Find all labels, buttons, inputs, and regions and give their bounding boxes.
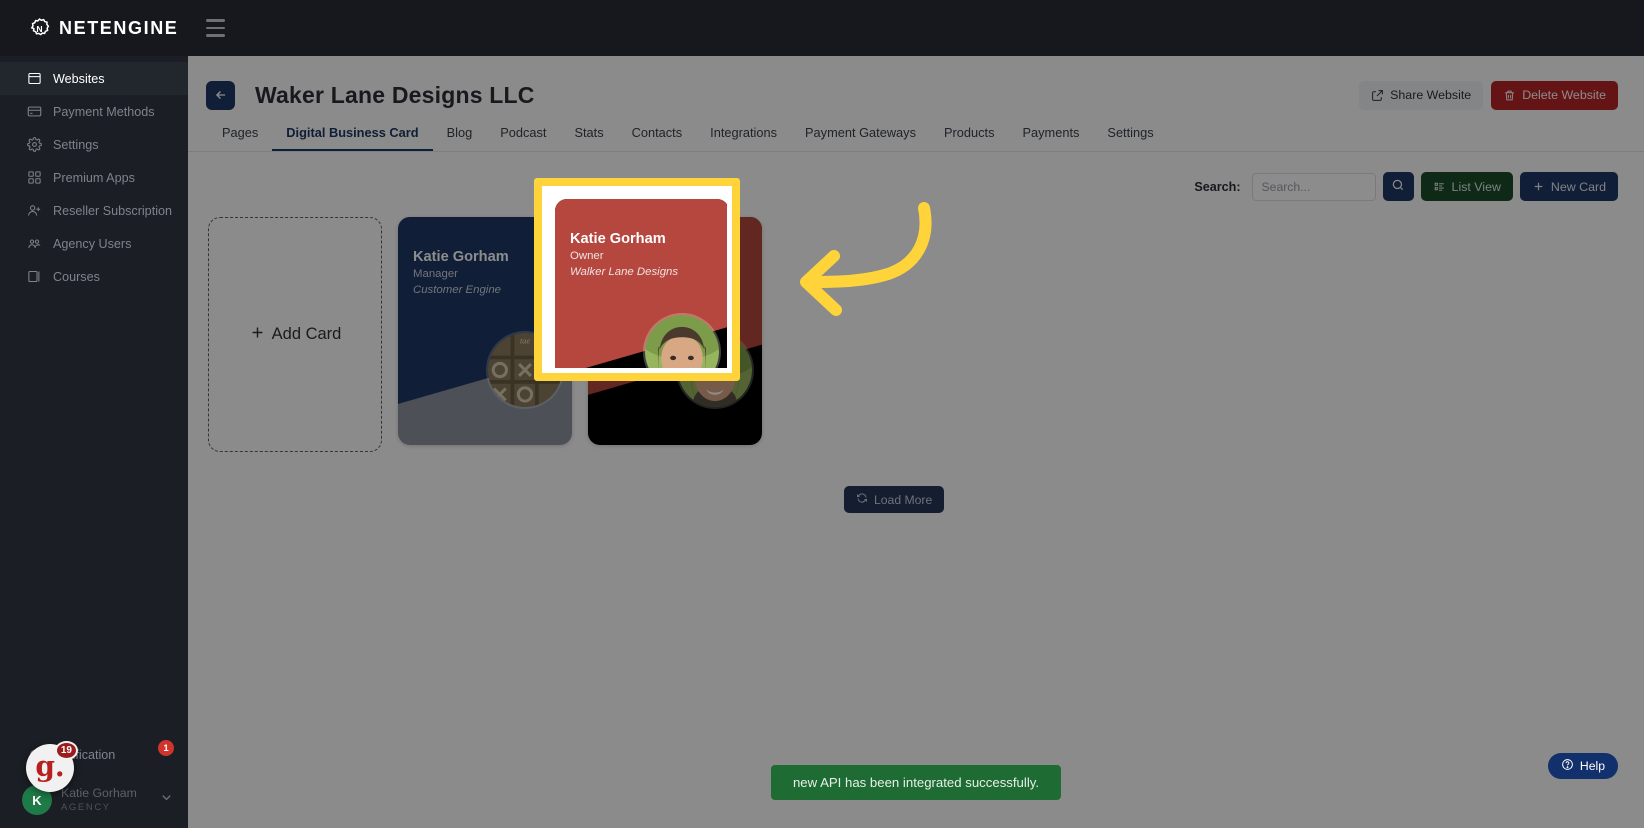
sidebar-item-label: Agency Users bbox=[53, 236, 132, 251]
load-more-button[interactable]: Load More bbox=[844, 486, 945, 513]
grammarly-widget[interactable]: g. 19 bbox=[26, 741, 78, 792]
user-meta: Katie Gorham AGENCY bbox=[61, 786, 137, 813]
svg-text:N: N bbox=[36, 23, 42, 33]
sidebar-item-payment-methods[interactable]: Payment Methods bbox=[0, 95, 188, 128]
back-button[interactable] bbox=[206, 80, 235, 110]
card-name: Katie Gorham bbox=[413, 249, 509, 265]
sidebar-item-label: Reseller Subscription bbox=[53, 203, 172, 218]
new-card-button[interactable]: New Card bbox=[1519, 172, 1618, 201]
delete-website-label: Delete Website bbox=[1522, 88, 1606, 102]
sidebar-nav: Websites Payment Methods Settings Premiu… bbox=[0, 56, 188, 293]
share-icon bbox=[1371, 89, 1384, 102]
tab-integrations[interactable]: Integrations bbox=[696, 126, 791, 151]
user-profile[interactable]: K Katie Gorham AGENCY bbox=[0, 772, 188, 828]
sidebar-item-reseller-subscription[interactable]: Reseller Subscription bbox=[0, 194, 188, 227]
chevron-down-icon[interactable] bbox=[159, 790, 174, 810]
sidebar-item-premium-apps[interactable]: Premium Apps bbox=[0, 161, 188, 194]
add-card-label: Add Card bbox=[271, 325, 342, 343]
card-avatar bbox=[678, 333, 752, 407]
card-company: Customer Engine bbox=[413, 283, 502, 296]
tab-payments[interactable]: Payments bbox=[1009, 126, 1094, 151]
share-website-label: Share Website bbox=[1390, 88, 1472, 102]
sidebar-item-label: Courses bbox=[53, 269, 100, 284]
gear-logo-icon: N bbox=[28, 17, 51, 40]
list-icon bbox=[1433, 180, 1446, 193]
tab-products[interactable]: Products bbox=[930, 126, 1009, 151]
sidebar-footer: Notification 1 K Katie Gorham AGENCY g. … bbox=[0, 738, 188, 828]
add-card-button[interactable]: Add Card bbox=[208, 217, 382, 452]
cards-area: Add Card Katie Gorham Manager Customer E… bbox=[188, 201, 1644, 513]
sidebar-item-label: Payment Methods bbox=[53, 104, 155, 119]
gear-icon bbox=[26, 137, 42, 153]
tab-pages[interactable]: Pages bbox=[208, 126, 272, 151]
delete-website-button[interactable]: Delete Website bbox=[1491, 80, 1618, 110]
sidebar-item-label: Websites bbox=[53, 71, 105, 86]
business-card-item[interactable]: Katie Gorham Manager Customer Engine tae bbox=[398, 217, 572, 445]
sidebar-item-label: Premium Apps bbox=[53, 170, 135, 185]
tab-payment-gateways[interactable]: Payment Gateways bbox=[791, 126, 930, 151]
sidebar-item-courses[interactable]: Courses bbox=[0, 260, 188, 293]
card-company: Walker Lane Designs bbox=[603, 283, 712, 296]
help-label: Help bbox=[1579, 759, 1605, 773]
credit-card-icon bbox=[26, 104, 42, 120]
header-actions: Share Website Delete Website bbox=[1359, 80, 1618, 110]
load-more-label: Load More bbox=[874, 492, 933, 507]
list-view-label: List View bbox=[1451, 179, 1501, 194]
help-button[interactable]: Help bbox=[1547, 753, 1618, 779]
brand-logo[interactable]: N NETENGINE bbox=[0, 17, 188, 40]
hamburger-icon[interactable] bbox=[198, 11, 232, 45]
tab-contacts[interactable]: Contacts bbox=[618, 126, 697, 151]
svg-text:tae: tae bbox=[520, 336, 530, 345]
share-website-button[interactable]: Share Website bbox=[1359, 80, 1484, 110]
card-text-block: Katie Gorham Manager Customer Engine bbox=[413, 247, 509, 299]
app-root: N NETENGINE Websites Payment Methods Set… bbox=[0, 0, 1644, 828]
browser-window-icon bbox=[26, 71, 42, 87]
card-role: Manager bbox=[413, 268, 458, 281]
tab-podcast[interactable]: Podcast bbox=[486, 126, 560, 151]
sidebar-item-label: Settings bbox=[53, 137, 99, 152]
notification-badge: 1 bbox=[158, 740, 174, 756]
tab-bar: Pages Digital Business Card Blog Podcast… bbox=[188, 116, 1644, 152]
user-name: Katie Gorham bbox=[61, 786, 137, 801]
user-role: AGENCY bbox=[61, 801, 111, 813]
page-title: Waker Lane Designs LLC bbox=[255, 81, 535, 108]
tab-digital-business-card[interactable]: Digital Business Card bbox=[272, 126, 433, 151]
card-role: Owner bbox=[603, 268, 637, 281]
book-icon bbox=[26, 269, 42, 285]
page-header: Waker Lane Designs LLC Share Website Del… bbox=[188, 56, 1644, 116]
trash-icon bbox=[1503, 89, 1516, 102]
plus-icon bbox=[1532, 180, 1545, 193]
business-card-item-selected[interactable]: Katie Gorham Owner Walker Lane Designs bbox=[588, 217, 762, 445]
list-view-button[interactable]: List View bbox=[1420, 172, 1513, 201]
question-circle-icon bbox=[1561, 758, 1574, 774]
new-card-label: New Card bbox=[1550, 179, 1606, 194]
search-label: Search: bbox=[1194, 179, 1241, 194]
refresh-icon bbox=[856, 492, 868, 507]
cards-toolbar: Search: List View New Card bbox=[188, 152, 1644, 201]
load-more-wrap: Load More bbox=[208, 486, 1618, 513]
plus-icon bbox=[249, 324, 266, 346]
grammarly-count-badge: 19 bbox=[54, 741, 78, 760]
sidebar: Websites Payment Methods Settings Premiu… bbox=[0, 56, 188, 828]
sidebar-item-agency-users[interactable]: Agency Users bbox=[0, 227, 188, 260]
search-input[interactable] bbox=[1251, 172, 1376, 201]
top-bar: N NETENGINE bbox=[0, 0, 1644, 56]
user-plus-icon bbox=[26, 203, 42, 219]
sidebar-item-settings[interactable]: Settings bbox=[0, 128, 188, 161]
search-icon bbox=[1391, 178, 1405, 195]
brand-name: NETENGINE bbox=[59, 17, 179, 38]
apps-grid-icon bbox=[26, 170, 42, 186]
main-content: Waker Lane Designs LLC Share Website Del… bbox=[188, 56, 1644, 828]
search-button[interactable] bbox=[1382, 172, 1414, 201]
tab-stats[interactable]: Stats bbox=[560, 126, 617, 151]
sidebar-item-websites[interactable]: Websites bbox=[0, 62, 188, 95]
tab-blog[interactable]: Blog bbox=[433, 126, 487, 151]
card-name: Katie Gorham bbox=[603, 249, 699, 265]
card-avatar: tae bbox=[488, 333, 562, 407]
tab-settings[interactable]: Settings bbox=[1093, 126, 1167, 151]
users-group-icon bbox=[26, 236, 42, 252]
toast-notification: new API has been integrated successfully… bbox=[770, 765, 1062, 800]
card-text-block: Katie Gorham Owner Walker Lane Designs bbox=[603, 247, 711, 299]
cards-row: Add Card Katie Gorham Manager Customer E… bbox=[208, 217, 1618, 452]
